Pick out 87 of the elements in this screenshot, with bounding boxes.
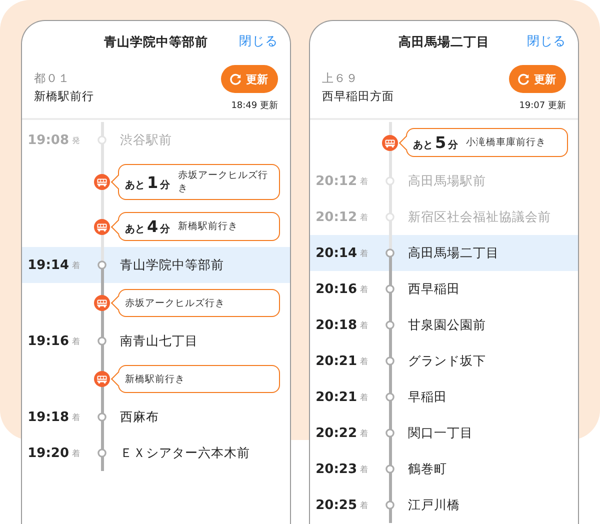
- stop-marker-icon: [385, 212, 395, 222]
- time-type-label: 着: [360, 320, 369, 330]
- arrival-time: 20:23: [314, 462, 358, 476]
- stop-name: 渋谷駅前: [119, 132, 173, 148]
- stop-marker-icon: [385, 392, 395, 402]
- stop-name: ＥＸシアター六本木前: [119, 444, 251, 462]
- stop-marker-icon: [97, 135, 107, 145]
- stop-name: 関口一丁目: [407, 424, 474, 442]
- stop-marker-icon: [97, 412, 107, 422]
- stop-name: グランド坂下: [407, 352, 487, 370]
- time-type-label: 着: [360, 500, 369, 510]
- time-type-label: 発: [72, 134, 81, 146]
- route-number: 上６９: [322, 71, 359, 86]
- time-type-label: 着: [72, 260, 81, 270]
- arrival-time: 20:14: [314, 246, 358, 260]
- arrival-time: 20:18: [314, 318, 358, 332]
- time-type-label: 着: [360, 464, 369, 474]
- bus-destination: 新橋駅前行き: [125, 372, 185, 386]
- arrival-time: 20:21: [314, 354, 358, 368]
- stop-marker-icon: [385, 284, 395, 294]
- time-type-label: 着: [72, 412, 81, 422]
- stop-marker-icon: [385, 248, 395, 258]
- bus-icon: [382, 132, 398, 152]
- arrival-time: 20:22: [314, 426, 358, 440]
- route-number: 都０１: [34, 71, 71, 86]
- close-link[interactable]: 閉じる: [527, 33, 566, 50]
- stop-name: 南青山七丁目: [119, 332, 199, 350]
- bus-icon: [94, 172, 110, 192]
- arrival-time: 20:12: [314, 174, 358, 188]
- bus-destination: 赤坂アークヒルズ行き: [178, 169, 270, 195]
- stop-marker-icon: [385, 320, 395, 330]
- stop-name: 江戸川橋: [407, 496, 461, 514]
- stop-name: 青山学院中等部前: [119, 256, 225, 274]
- stop-marker-icon: [97, 260, 107, 270]
- bus-icon: [94, 216, 110, 236]
- arrival-time: 19:18: [26, 410, 70, 424]
- time-type-label: 着: [360, 392, 369, 402]
- bus-destination: 新橋駅前行き: [178, 220, 238, 233]
- stop-name: 高田馬場駅前: [407, 172, 487, 190]
- refresh-icon: [229, 72, 242, 86]
- route-direction: 西早稲田方面: [322, 89, 395, 104]
- time-type-label: 着: [360, 428, 369, 438]
- stop-name: 甘泉園公園前: [407, 316, 487, 334]
- time-type-label: 着: [72, 336, 81, 346]
- close-link[interactable]: 閉じる: [239, 33, 278, 50]
- refresh-button[interactable]: 更新: [221, 65, 278, 93]
- bus-destination: 小滝橋車庫前行き: [466, 136, 546, 149]
- arrival-countdown: あと 1 分: [125, 172, 170, 192]
- stop-name: 高田馬場二丁目: [407, 244, 500, 262]
- stop-name: 鶴巻町: [407, 460, 448, 478]
- time-type-label: 着: [360, 176, 369, 186]
- bus-icon: [94, 293, 110, 313]
- bus-destination: 赤坂アークヒルズ行き: [125, 296, 225, 310]
- arrival-time: 19:20: [26, 446, 70, 460]
- stop-name: 西早稲田: [407, 280, 461, 298]
- stop-title: 高田馬場二丁目: [398, 34, 490, 50]
- stop-marker-icon: [97, 336, 107, 346]
- stop-marker-icon: [385, 356, 395, 366]
- stop-marker-icon: [385, 428, 395, 438]
- time-type-label: 着: [360, 356, 369, 366]
- arrival-time: 20:16: [314, 282, 358, 296]
- arrival-countdown: あと 5 分: [413, 133, 458, 152]
- refresh-icon: [517, 72, 530, 86]
- refresh-button[interactable]: 更新: [509, 65, 566, 93]
- stop-title: 青山学院中等部前: [104, 34, 208, 50]
- stop-marker-icon: [385, 464, 395, 474]
- stop-name: 早稲田: [407, 388, 448, 406]
- stop-marker-icon: [97, 448, 107, 458]
- time-type-label: 着: [360, 248, 369, 258]
- last-updated-time: 18:49 更新: [231, 100, 278, 112]
- stop-name: 新宿区社会福祉協議会前: [407, 208, 552, 226]
- bus-icon: [94, 369, 110, 389]
- arrival-time: 19:08: [26, 132, 70, 148]
- arrival-time: 20:12: [314, 210, 358, 224]
- arrival-time: 19:14: [26, 258, 70, 272]
- arrival-countdown: あと 4分: [125, 217, 170, 236]
- time-type-label: 着: [72, 448, 81, 458]
- arrival-time: 20:25: [314, 498, 358, 512]
- stop-marker-icon: [385, 500, 395, 510]
- arrival-time: 20:21: [314, 390, 358, 404]
- stop-marker-icon: [385, 176, 395, 186]
- last-updated-time: 19:07 更新: [519, 100, 566, 112]
- arrival-time: 19:16: [26, 334, 70, 348]
- stop-name: 西麻布: [119, 408, 160, 426]
- time-type-label: 着: [360, 212, 369, 222]
- time-type-label: 着: [360, 284, 369, 294]
- route-direction: 新橋駅前行: [34, 89, 95, 104]
